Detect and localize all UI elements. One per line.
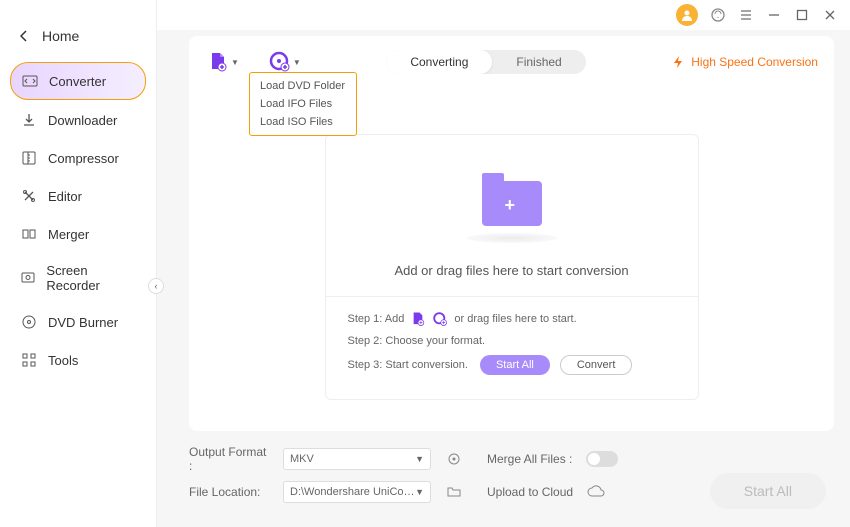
sidebar-item-compressor[interactable]: Compressor — [10, 140, 146, 176]
convert-inline-button[interactable]: Convert — [560, 355, 633, 375]
editor-icon — [20, 187, 38, 205]
sidebar-label: Compressor — [48, 151, 119, 166]
chevron-down-icon: ▼ — [231, 58, 239, 67]
avatar[interactable] — [676, 4, 698, 26]
highspeed-label: High Speed Conversion — [691, 55, 818, 69]
sidebar-item-editor[interactable]: Editor — [10, 178, 146, 214]
back-icon[interactable] — [20, 30, 28, 42]
add-file-icon — [207, 51, 229, 73]
settings-icon[interactable] — [445, 450, 463, 468]
plus-icon: + — [505, 195, 516, 216]
minimize-icon[interactable] — [766, 7, 782, 23]
sidebar-item-screen-recorder[interactable]: Screen Recorder — [10, 254, 146, 302]
tools-icon — [20, 351, 38, 369]
add-file-button[interactable]: ▼ — [207, 51, 239, 73]
footer-row-format: Output Format : MKV ▼ Merge All Files : — [189, 445, 818, 473]
support-icon[interactable] — [710, 7, 726, 23]
upload-label: Upload to Cloud — [487, 485, 573, 499]
main: ▼ ▼ Converting Finished High Speed Conve… — [157, 0, 850, 527]
sidebar-item-merger[interactable]: Merger — [10, 216, 146, 252]
sidebar-label: Downloader — [48, 113, 117, 128]
sidebar-item-dvd-burner[interactable]: DVD Burner — [10, 304, 146, 340]
sidebar: Home Converter Downloader Compressor Edi… — [0, 0, 157, 527]
sidebar-item-converter[interactable]: Converter — [10, 62, 146, 100]
dropdown-item-iso[interactable]: Load ISO Files — [250, 113, 356, 131]
sidebar-item-tools[interactable]: Tools — [10, 342, 146, 378]
output-format-label: Output Format : — [189, 445, 269, 473]
file-location-label: File Location: — [189, 485, 269, 499]
file-location-select[interactable]: D:\Wondershare UniConverter 1 ▼ — [283, 481, 431, 503]
chevron-down-icon: ▼ — [415, 454, 424, 464]
toolbar-left: ▼ ▼ — [205, 51, 301, 73]
chevron-down-icon: ▼ — [293, 58, 301, 67]
merger-icon — [20, 225, 38, 243]
folder-open-icon[interactable] — [445, 483, 463, 501]
sidebar-item-downloader[interactable]: Downloader — [10, 102, 146, 138]
converter-icon — [21, 72, 39, 90]
sidebar-label: DVD Burner — [48, 315, 118, 330]
collapse-handle[interactable]: ‹ — [148, 278, 164, 294]
merge-toggle[interactable] — [586, 451, 618, 467]
dvd-burner-icon — [20, 313, 38, 331]
start-all-button[interactable]: Start All — [710, 473, 826, 509]
content-card: ▼ ▼ Converting Finished High Speed Conve… — [189, 36, 834, 431]
compressor-icon — [20, 149, 38, 167]
sidebar-label: Merger — [48, 227, 89, 242]
drop-illustration: + — [452, 163, 572, 243]
dropdown-item-dvd-folder[interactable]: Load DVD Folder — [250, 77, 356, 95]
step-2: Step 2: Choose your format. — [348, 335, 676, 347]
maximize-icon[interactable] — [794, 7, 810, 23]
sidebar-label: Converter — [49, 74, 106, 89]
dropdown-item-ifo[interactable]: Load IFO Files — [250, 95, 356, 113]
add-disc-button[interactable]: ▼ — [269, 51, 301, 73]
toolbar-row: ▼ ▼ Converting Finished High Speed Conve… — [205, 50, 818, 74]
tab-finished[interactable]: Finished — [492, 50, 585, 74]
merge-label: Merge All Files : — [487, 452, 572, 466]
tabs: Converting Finished — [386, 50, 585, 74]
output-format-select[interactable]: MKV ▼ — [283, 448, 431, 470]
disc-dropdown-menu: Load DVD Folder Load IFO Files Load ISO … — [249, 72, 357, 136]
footer: Output Format : MKV ▼ Merge All Files : … — [157, 431, 850, 527]
add-disc-icon — [432, 311, 448, 327]
step-3: Step 3: Start conversion. Start All Conv… — [348, 355, 676, 375]
sidebar-title: Home — [42, 28, 79, 44]
sidebar-label: Tools — [48, 353, 78, 368]
sidebar-label: Editor — [48, 189, 82, 204]
titlebar — [157, 0, 850, 30]
dropzone-title: Add or drag files here to start conversi… — [326, 263, 698, 278]
bolt-icon — [671, 55, 685, 69]
steps: Step 1: Add or drag files here to start.… — [326, 311, 698, 375]
highspeed-toggle[interactable]: High Speed Conversion — [671, 55, 818, 69]
downloader-icon — [20, 111, 38, 129]
sidebar-items: Converter Downloader Compressor Editor M… — [0, 62, 156, 378]
cloud-icon[interactable] — [587, 483, 605, 501]
add-disc-icon — [269, 51, 291, 73]
close-icon[interactable] — [822, 7, 838, 23]
sidebar-header[interactable]: Home — [0, 10, 156, 62]
start-all-inline-button[interactable]: Start All — [480, 355, 550, 375]
add-file-icon — [410, 311, 426, 327]
tab-converting[interactable]: Converting — [386, 50, 492, 74]
menu-icon[interactable] — [738, 7, 754, 23]
dropzone[interactable]: + Add or drag files here to start conver… — [325, 134, 699, 400]
screen-recorder-icon — [20, 269, 36, 287]
sidebar-label: Screen Recorder — [46, 263, 136, 293]
chevron-down-icon: ▼ — [415, 487, 424, 497]
step-1: Step 1: Add or drag files here to start. — [348, 311, 676, 327]
